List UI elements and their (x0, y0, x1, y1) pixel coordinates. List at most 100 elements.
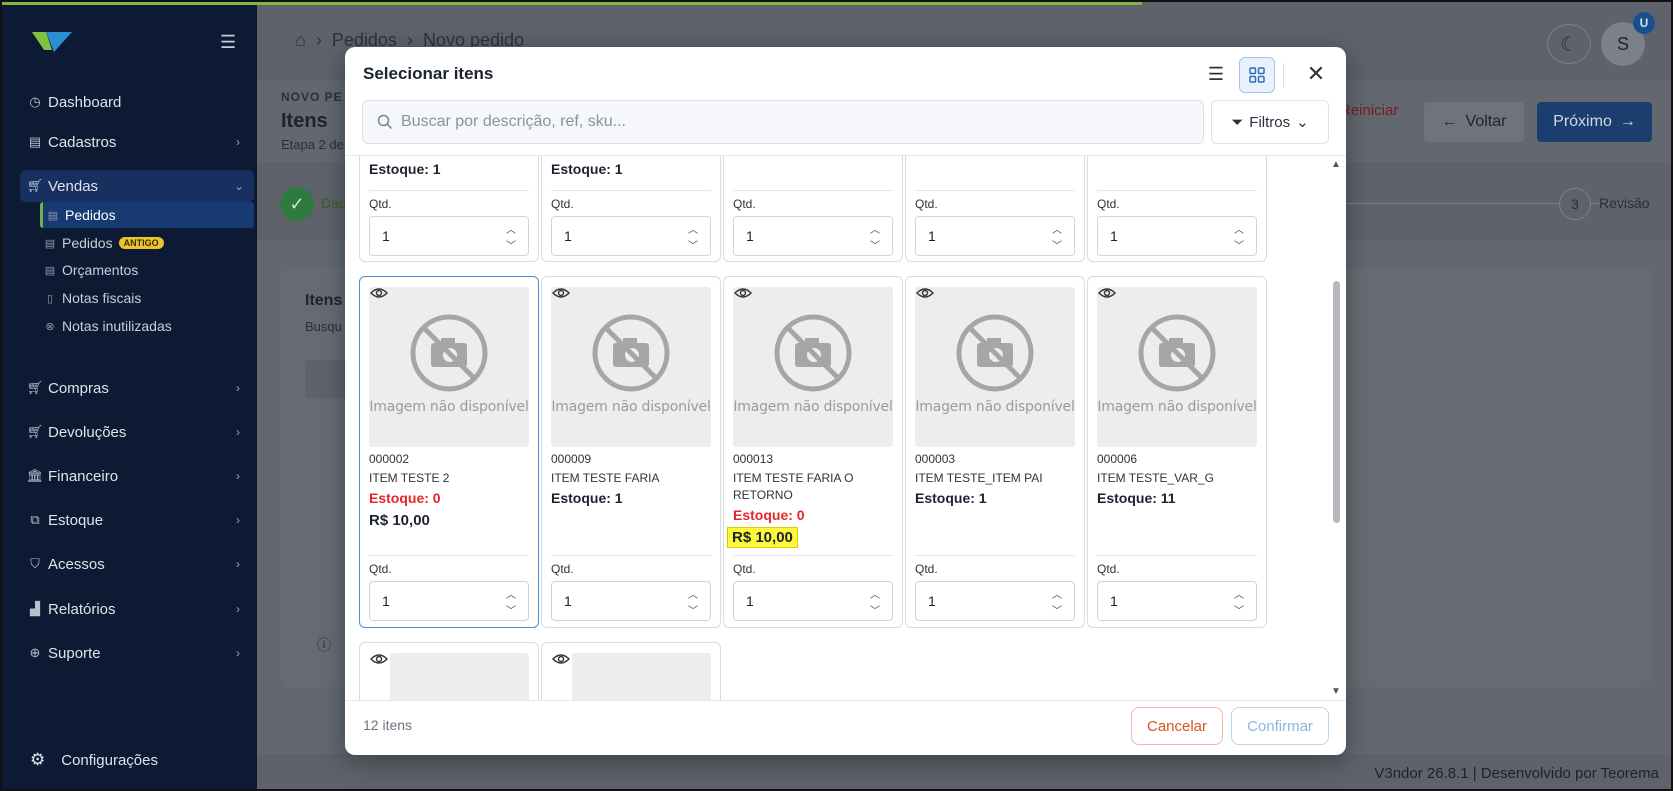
chevron-up-icon[interactable]: ︿ (1234, 586, 1244, 601)
sidebar-item-configuracoes[interactable]: ⚙ Configurações (30, 750, 158, 770)
quantity-stepper[interactable]: 1 ︿ ﹀ (369, 581, 529, 621)
item-card[interactable]: Imagem não disponível 000003 ITEM TESTE_… (905, 276, 1085, 628)
chevron-up-icon[interactable]: ︿ (506, 221, 516, 236)
quantity-stepper[interactable]: 1 ︿ ﹀ (915, 581, 1075, 621)
sidebar-item-cadastros[interactable]: ▤ Cadastros › (26, 126, 250, 158)
footer: V3ndor 26.8.1 | Desenvolvido por Teorema (257, 754, 1671, 789)
qty-label: Qtd. (551, 562, 574, 576)
chevron-up-icon[interactable]: ︿ (506, 586, 516, 601)
scrollbar[interactable]: ▲ ▼ (1331, 159, 1343, 697)
check-icon: ✓ (280, 187, 314, 221)
quantity-stepper[interactable]: 1 ︿ ﹀ (733, 581, 893, 621)
image-unavailable-text: Imagem não disponível (915, 399, 1075, 415)
sidebar-subitem-pedidos-antigo[interactable]: ▤ Pedidos ANTIGO (40, 230, 254, 256)
chevron-up-icon[interactable]: ︿ (688, 221, 698, 236)
eye-icon[interactable] (370, 286, 388, 300)
list-view-icon[interactable]: ☰ (1199, 57, 1233, 91)
stock-label: Estoque: 11 (1097, 490, 1176, 506)
chevron-down-icon[interactable]: ﹀ (1234, 237, 1244, 252)
sidebar-subitem-pedidos[interactable]: ▤ Pedidos (40, 202, 254, 228)
chevron-right-icon: › (236, 557, 240, 571)
filter-button[interactable]: ⏷ Filtros ⌄ (1211, 100, 1329, 144)
cancel-button[interactable]: Cancelar (1131, 707, 1223, 745)
sidebar-item-financeiro[interactable]: 🏛︎ Financeiro › (26, 460, 250, 492)
eye-icon[interactable] (1098, 286, 1116, 300)
home-icon[interactable]: ⌂ (295, 30, 306, 51)
sidebar-subitem-orcamentos[interactable]: ▤ Orçamentos (40, 257, 254, 283)
chevron-up-icon[interactable]: ︿ (870, 221, 880, 236)
item-card[interactable]: Imagem não disponível 000013 ITEM TESTE … (723, 276, 903, 628)
scroll-up-arrow-icon[interactable]: ▲ (1331, 159, 1341, 170)
quantity-stepper[interactable]: 1 ︿ ﹀ (1097, 581, 1257, 621)
chevron-down-icon[interactable]: ﹀ (1234, 602, 1244, 617)
quantity-stepper[interactable]: 1 ︿ ﹀ (369, 216, 529, 256)
chevron-down-icon[interactable]: ﹀ (688, 602, 698, 617)
image-unavailable-text: Imagem não disponível (733, 399, 893, 415)
chevron-down-icon[interactable]: ﹀ (506, 237, 516, 252)
scroll-thumb[interactable] (1333, 281, 1340, 523)
chevron-down-icon[interactable]: ﹀ (1052, 237, 1062, 252)
sidebar-item-devolucoes[interactable]: 🛒︎ Devoluções › (26, 416, 250, 448)
sidebar-item-estoque[interactable]: ⧉ Estoque › (26, 504, 250, 536)
chevron-right-icon: › (236, 135, 240, 149)
reiniciar-button[interactable]: Reiniciar (1340, 102, 1398, 119)
sidebar-item-relatorios[interactable]: ▟ Relatórios › (26, 593, 250, 625)
sidebar-item-vendas[interactable]: 🛒︎ Vendas ⌄ (20, 170, 254, 202)
moon-icon[interactable]: ☾ (1547, 24, 1591, 64)
search-icon (377, 114, 393, 130)
scroll-down-arrow-icon[interactable]: ▼ (1331, 686, 1341, 697)
item-card[interactable]: Qtd. 1 ︿ ﹀ (723, 156, 903, 262)
chevron-down-icon[interactable]: ﹀ (1052, 602, 1062, 617)
item-card[interactable]: Estoque: 1 Qtd. 1 ︿ ﹀ (359, 156, 539, 262)
sidebar-item-acessos[interactable]: ⛉ Acessos › (26, 548, 250, 580)
close-icon[interactable]: ✕ (1299, 57, 1333, 91)
qty-value: 1 (1110, 593, 1118, 609)
item-card[interactable] (541, 642, 721, 700)
quantity-stepper[interactable]: 1 ︿ ﹀ (733, 216, 893, 256)
item-card[interactable]: Imagem não disponível 000006 ITEM TESTE_… (1087, 276, 1267, 628)
item-card[interactable]: Imagem não disponível 000009 ITEM TESTE … (541, 276, 721, 628)
chevron-up-icon[interactable]: ︿ (1052, 221, 1062, 236)
chevron-down-icon[interactable]: ﹀ (506, 602, 516, 617)
modal-title: Selecionar itens (363, 64, 494, 83)
eye-icon[interactable] (370, 652, 388, 666)
chevron-up-icon[interactable]: ︿ (688, 586, 698, 601)
quantity-stepper[interactable]: 1 ︿ ﹀ (915, 216, 1075, 256)
eye-icon[interactable] (552, 286, 570, 300)
proximo-button[interactable]: Próximo → (1537, 102, 1652, 142)
item-card[interactable]: Qtd. 1 ︿ ﹀ (905, 156, 1085, 262)
chevron-right-icon: › (236, 381, 240, 395)
eye-icon[interactable] (552, 652, 570, 666)
item-card[interactable]: Estoque: 1 Qtd. 1 ︿ ﹀ (541, 156, 721, 262)
quantity-stepper[interactable]: 1 ︿ ﹀ (1097, 216, 1257, 256)
sidebar-item-suporte[interactable]: ⊕ Suporte › (26, 637, 250, 669)
sidebar-item-compras[interactable]: 🛒︎ Compras › (26, 372, 250, 404)
eye-icon[interactable] (916, 286, 934, 300)
sidebar-item-dashboard[interactable]: ◷ Dashboard (26, 86, 250, 118)
chevron-down-icon[interactable]: ﹀ (688, 237, 698, 252)
item-card[interactable]: Qtd. 1 ︿ ﹀ (1087, 156, 1267, 262)
item-card[interactable]: Imagem não disponível 000002 ITEM TESTE … (359, 276, 539, 628)
sidebar-subitem-notas-fiscais[interactable]: ▯ Notas fiscais (40, 285, 254, 311)
quantity-stepper[interactable]: 1 ︿ ﹀ (551, 216, 711, 256)
confirm-button[interactable]: Confirmar (1231, 707, 1329, 745)
qty-value: 1 (1110, 228, 1118, 244)
quantity-stepper[interactable]: 1 ︿ ﹀ (551, 581, 711, 621)
chevron-down-icon[interactable]: ﹀ (870, 602, 880, 617)
sidebar-item-label: Devoluções (48, 423, 127, 441)
chevron-down-icon[interactable]: ﹀ (870, 237, 880, 252)
chevron-up-icon[interactable]: ︿ (870, 586, 880, 601)
chevron-right-icon: › (315, 30, 322, 50)
grid-view-icon[interactable] (1239, 57, 1275, 93)
items-card-title: Itens (305, 292, 343, 309)
eye-icon[interactable] (734, 286, 752, 300)
voltar-button[interactable]: ← Voltar (1424, 102, 1524, 142)
add-items-button[interactable] (305, 360, 349, 398)
hamburger-icon[interactable]: ☰ (220, 32, 236, 53)
chevron-up-icon[interactable]: ︿ (1234, 221, 1244, 236)
chevron-up-icon[interactable]: ︿ (1052, 586, 1062, 601)
sidebar-subitem-notas-inutilizadas[interactable]: ⊗ Notas inutilizadas (40, 313, 254, 339)
divider (733, 555, 893, 556)
item-card[interactable] (359, 642, 539, 700)
search-input[interactable] (401, 113, 1181, 131)
